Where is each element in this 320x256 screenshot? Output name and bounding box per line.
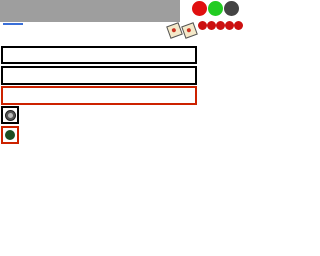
note-icon[interactable] (166, 22, 183, 39)
badge-4[interactable] (225, 21, 234, 30)
text-field-3-value (3, 88, 195, 92)
text-field-2-value (3, 68, 195, 72)
maximize-button[interactable] (208, 1, 223, 16)
link-underline[interactable] (3, 23, 23, 25)
badge-3[interactable] (216, 21, 225, 30)
gear-button[interactable] (1, 106, 19, 124)
badge-1[interactable] (198, 21, 207, 30)
text-field-1[interactable] (1, 46, 197, 64)
badge-row (198, 21, 243, 30)
badge-2[interactable] (207, 21, 216, 30)
minimize-button[interactable] (224, 1, 239, 16)
title-bar (0, 0, 180, 22)
page (0, 0, 256, 256)
circle-icon (5, 130, 15, 140)
close-button[interactable] (192, 1, 207, 16)
gear-icon (4, 109, 16, 121)
text-field-1-value (3, 48, 195, 52)
note-icon[interactable] (181, 22, 198, 39)
circle-button[interactable] (1, 126, 19, 144)
text-field-2[interactable] (1, 66, 197, 85)
text-field-3[interactable] (1, 86, 197, 105)
badge-5[interactable] (234, 21, 243, 30)
window-title (0, 0, 180, 4)
